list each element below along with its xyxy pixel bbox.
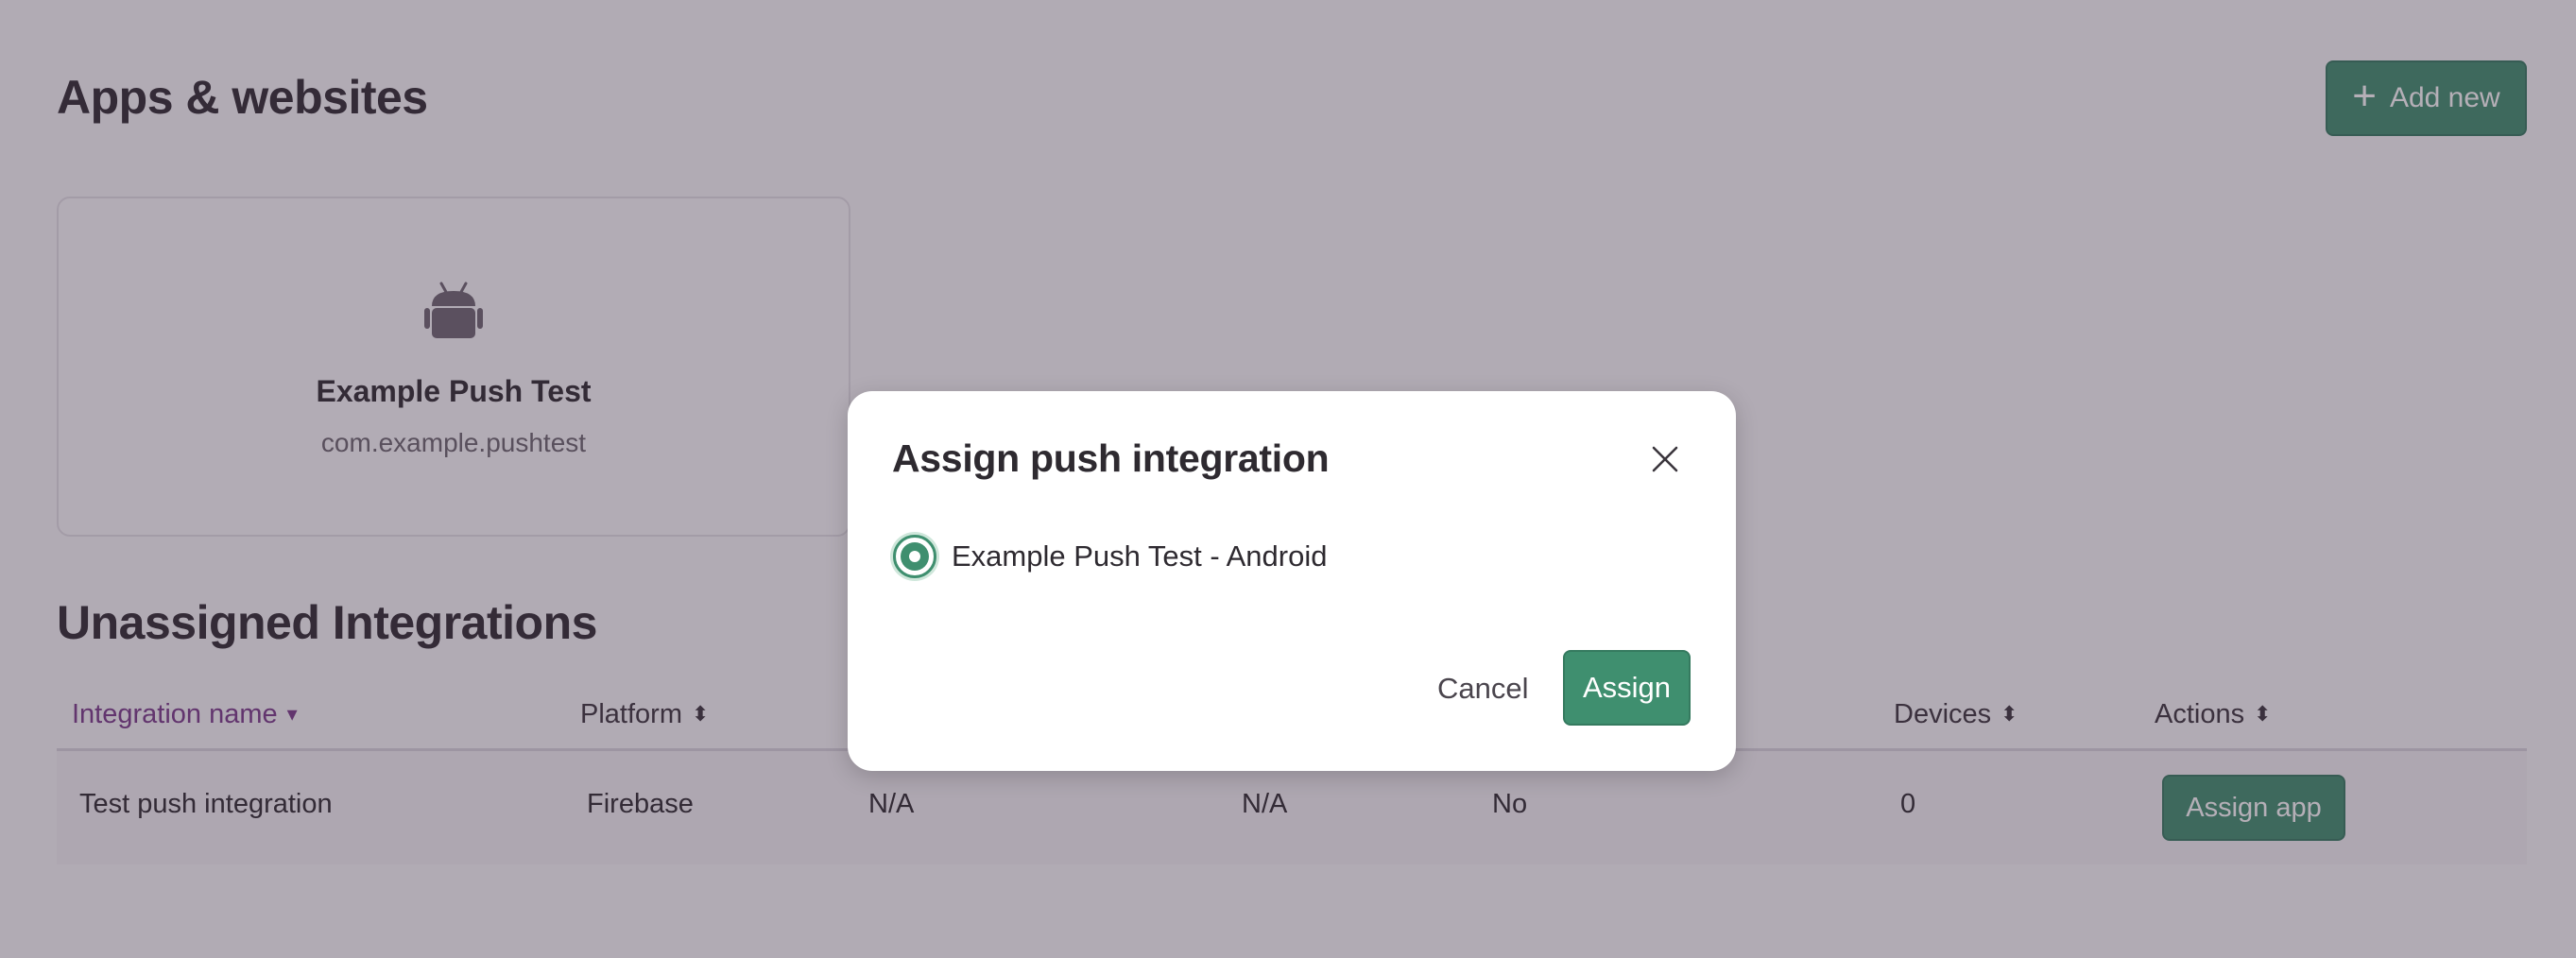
integration-option[interactable]: Example Push Test - Android <box>893 535 1327 578</box>
integration-option-label: Example Push Test - Android <box>952 539 1328 573</box>
assign-button[interactable]: Assign <box>1563 650 1691 726</box>
cancel-button[interactable]: Cancel <box>1426 652 1540 726</box>
radio-indicator <box>901 542 929 571</box>
modal-title: Assign push integration <box>892 436 1330 480</box>
radio-selected[interactable] <box>893 535 936 578</box>
close-button[interactable] <box>1644 438 1686 480</box>
assign-push-integration-dialog: Assign push integration Example Push Tes… <box>848 391 1736 771</box>
close-icon <box>1652 446 1678 472</box>
